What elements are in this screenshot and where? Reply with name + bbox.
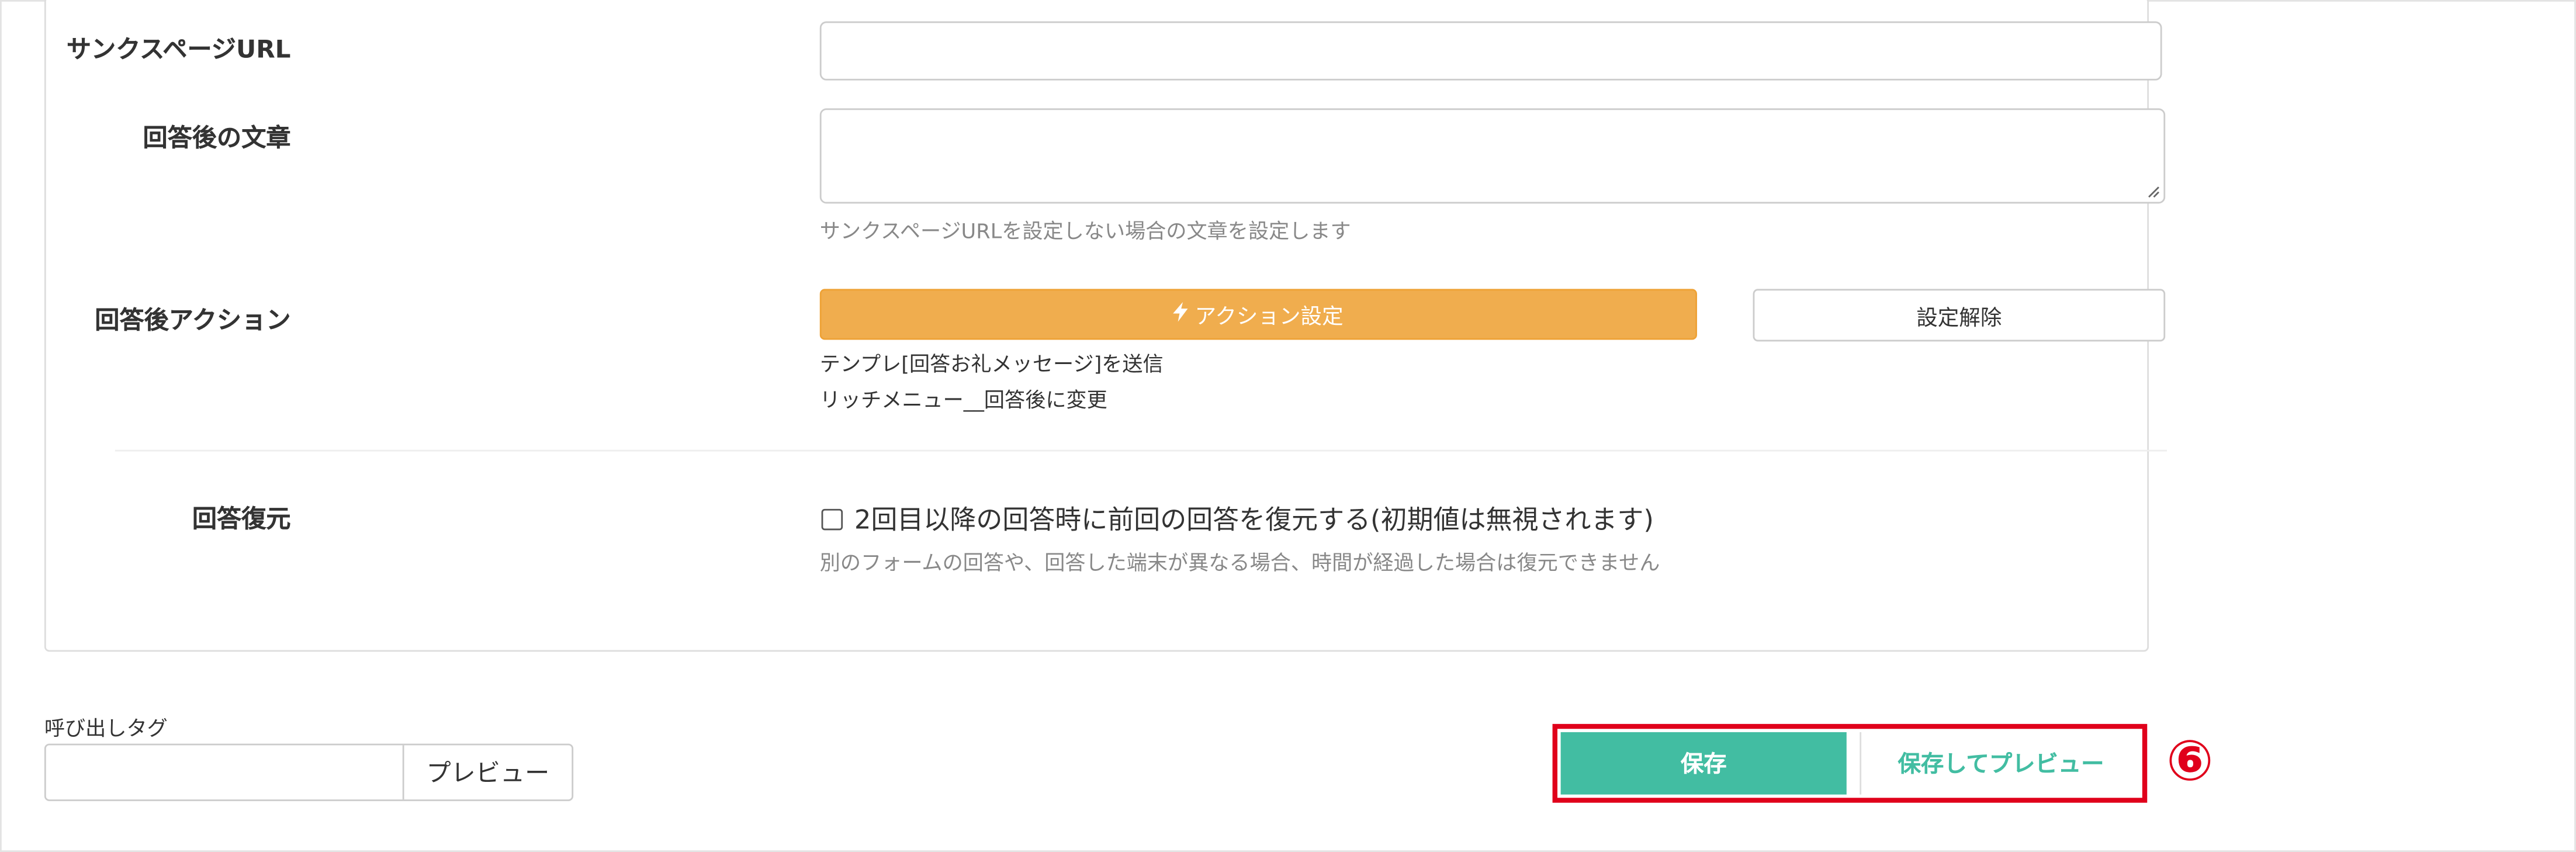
canvas: サンクスページURL 回答後の文章 サンクスページURLを設定しない場合の文章を…	[0, 0, 2576, 852]
call-tag-group: プレビュー	[44, 743, 574, 801]
lightning-bolt-icon	[1173, 301, 1189, 327]
after-action-label: 回答後アクション	[95, 305, 291, 335]
action-clear-button[interactable]: 設定解除	[1753, 289, 2166, 342]
action-setting-button[interactable]: アクション設定	[819, 289, 1697, 340]
save-and-preview-button[interactable]: 保存してプレビュー	[1860, 732, 2141, 795]
call-tag-input[interactable]	[46, 745, 404, 800]
call-tag-label: 呼び出しタグ	[44, 715, 168, 740]
after-text-textarea[interactable]	[819, 108, 2166, 204]
restore-checkbox[interactable]	[821, 508, 843, 531]
restore-label: 回答復元	[192, 504, 291, 534]
section-divider	[115, 449, 2167, 452]
form-panel: サンクスページURL 回答後の文章 サンクスページURLを設定しない場合の文章を…	[44, 0, 2167, 652]
call-tag-preview-button[interactable]: プレビュー	[404, 745, 572, 799]
thanks-url-input[interactable]	[819, 21, 2162, 81]
action-setting-label: アクション設定	[1194, 305, 1344, 330]
after-text-help: サンクスページURLを設定しない場合の文章を設定します	[819, 218, 1351, 243]
action-line-template: テンプレ[回答お礼メッセージ]を送信	[819, 351, 1164, 376]
restore-checkbox-label[interactable]: 2回目以降の回答時に前回の回答を復元する(初期値は無視されます)	[854, 497, 1654, 536]
save-button[interactable]: 保存	[1560, 732, 1847, 795]
action-line-richmenu: リッチメニュー__回答後に変更	[819, 387, 1107, 413]
resize-handle-icon[interactable]	[2147, 185, 2160, 198]
thanks-url-label: サンクスページURL	[66, 34, 291, 64]
step-marker: ⑥	[2166, 729, 2214, 795]
restore-help: 別のフォームの回答や、回答した端末が異なる場合、時間が経過した場合は復元できませ…	[819, 550, 1660, 575]
after-text-label: 回答後の文章	[143, 123, 291, 153]
